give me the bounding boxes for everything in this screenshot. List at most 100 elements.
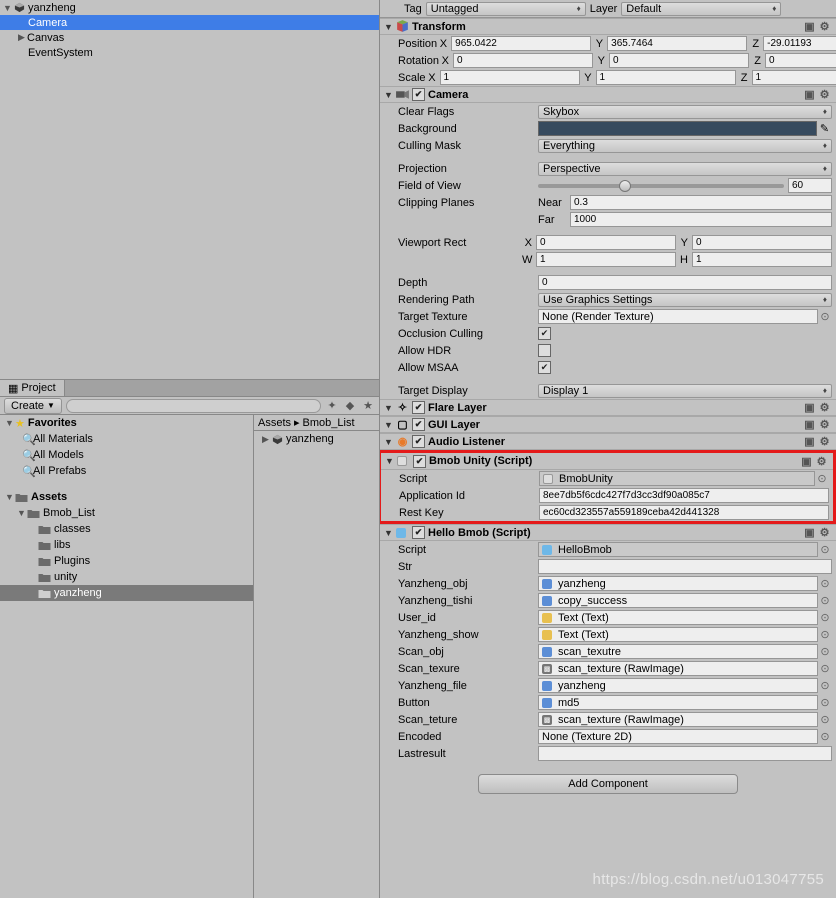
component-hello-header[interactable]: ▼ Hello Bmob (Script) ▣ ⚙ [380,524,836,541]
object-picker-icon[interactable]: ⊙ [818,594,832,607]
flare-enabled-checkbox[interactable] [412,401,425,414]
depth-input[interactable] [538,275,832,290]
hello-enabled-checkbox[interactable] [412,526,425,539]
position-y-input[interactable] [607,36,747,51]
eyedropper-icon[interactable]: ✎ [817,122,832,135]
rotation-x-input[interactable] [453,53,593,68]
help-icon[interactable]: ▣ [799,454,814,469]
tab-project[interactable]: ▦ Project [0,380,65,396]
gear-icon[interactable]: ⚙ [817,400,832,415]
viewport-w-input[interactable] [536,252,676,267]
foldout-icon[interactable]: ▼ [2,3,13,13]
gear-icon[interactable]: ⚙ [817,434,832,449]
object-picker-icon[interactable]: ⊙ [818,543,832,556]
position-z-input[interactable] [763,36,836,51]
create-button[interactable]: Create ▼ [4,398,62,414]
assets-root[interactable]: ▼ Assets [0,489,253,505]
gear-icon[interactable]: ⚙ [817,525,832,540]
object-picker-icon[interactable]: ⊙ [818,713,832,726]
foldout-icon[interactable]: ▼ [384,420,395,430]
object-picker-icon[interactable]: ⊙ [818,662,832,675]
object-picker-icon[interactable]: ⊙ [815,472,829,485]
scan-teture-field[interactable]: ▩scan_texture (RawImage) [538,712,818,727]
far-clip-input[interactable] [570,212,832,227]
audio-enabled-checkbox[interactable] [412,435,425,448]
folder-bmob-list[interactable]: ▼ Bmob_List [0,505,253,521]
object-picker-icon[interactable]: ⊙ [818,628,832,641]
object-picker-icon[interactable]: ⊙ [818,645,832,658]
folder-libs[interactable]: libs [0,537,253,553]
component-camera-header[interactable]: ▼ Camera ▣ ⚙ [380,86,836,103]
folder-classes[interactable]: classes [0,521,253,537]
rest-key-input[interactable] [539,505,829,520]
rotation-y-input[interactable] [609,53,749,68]
folder-unity[interactable]: unity [0,569,253,585]
scene-root[interactable]: ▼ yanzheng [0,0,379,15]
button-field[interactable]: md5 [538,695,818,710]
object-picker-icon[interactable]: ⊙ [818,730,832,743]
hdr-checkbox[interactable] [538,344,551,357]
object-picker-icon[interactable]: ⊙ [818,696,832,709]
foldout-icon[interactable]: ▼ [384,528,395,538]
fav-all-models[interactable]: 🔍All Models [0,447,253,463]
favorites-header[interactable]: ▼★ Favorites [0,415,253,431]
hierarchy-item-canvas[interactable]: ▶ Canvas [0,30,379,45]
component-gui-header[interactable]: ▼ ▢ GUI Layer ▣ ⚙ [380,416,836,433]
position-x-input[interactable] [451,36,591,51]
label-filter-icon[interactable]: ◆ [343,399,357,413]
fav-all-materials[interactable]: 🔍All Materials [0,431,253,447]
component-bmob-header[interactable]: ▼ Bmob Unity (Script) ▣ ⚙ [381,453,833,470]
yanzheng-file-field[interactable]: yanzheng [538,678,818,693]
hierarchy-item-eventsystem[interactable]: EventSystem [0,45,379,60]
occlusion-checkbox[interactable] [538,327,551,340]
save-filter-icon[interactable]: ★ [361,399,375,413]
rotation-z-input[interactable] [765,53,836,68]
help-icon[interactable]: ▣ [802,400,817,415]
help-icon[interactable]: ▣ [802,434,817,449]
filter-icon[interactable]: ✦ [325,399,339,413]
gear-icon[interactable]: ⚙ [817,19,832,34]
viewport-h-input[interactable] [692,252,832,267]
layer-dropdown[interactable]: Default♦ [621,2,781,16]
encoded-field[interactable]: None (Texture 2D) [538,729,818,744]
component-audio-header[interactable]: ▼ ◉ Audio Listener ▣ ⚙ [380,433,836,450]
yanzheng-tishi-field[interactable]: copy_success [538,593,818,608]
foldout-icon[interactable]: ▼ [384,437,395,447]
add-component-button[interactable]: Add Component [478,774,738,794]
yanzheng-obj-field[interactable]: yanzheng [538,576,818,591]
lastresult-input[interactable] [538,746,832,761]
near-clip-input[interactable] [570,195,832,210]
scale-x-input[interactable] [440,70,580,85]
camera-enabled-checkbox[interactable] [412,88,425,101]
fov-input[interactable] [788,178,832,193]
folder-yanzheng[interactable]: yanzheng [0,585,253,601]
user-id-field[interactable]: Text (Text) [538,610,818,625]
scale-y-input[interactable] [596,70,736,85]
object-picker-icon[interactable]: ⊙ [818,679,832,692]
help-icon[interactable]: ▣ [802,19,817,34]
culling-mask-dropdown[interactable]: Everything♦ [538,139,832,153]
gear-icon[interactable]: ⚙ [814,454,829,469]
scale-z-input[interactable] [752,70,836,85]
folder-plugins[interactable]: Plugins [0,553,253,569]
hierarchy-item-camera[interactable]: Camera [0,15,379,30]
target-texture-field[interactable]: None (Render Texture) [538,309,818,324]
help-icon[interactable]: ▣ [802,525,817,540]
projection-dropdown[interactable]: Perspective♦ [538,162,832,176]
clear-flags-dropdown[interactable]: Skybox♦ [538,105,832,119]
gui-enabled-checkbox[interactable] [412,418,425,431]
foldout-icon[interactable]: ▼ [384,403,395,413]
scan-texure-field[interactable]: ▩scan_texture (RawImage) [538,661,818,676]
str-input[interactable] [538,559,832,574]
help-icon[interactable]: ▣ [802,87,817,102]
application-id-input[interactable] [539,488,829,503]
fav-all-prefabs[interactable]: 🔍All Prefabs [0,463,253,479]
yanzheng-show-field[interactable]: Text (Text) [538,627,818,642]
asset-yanzheng[interactable]: ▶ yanzheng [254,431,379,447]
object-picker-icon[interactable]: ⊙ [818,310,832,323]
scan-obj-field[interactable]: scan_texutre [538,644,818,659]
foldout-icon[interactable]: ▶ [16,32,27,43]
object-picker-icon[interactable]: ⊙ [818,611,832,624]
target-display-dropdown[interactable]: Display 1♦ [538,384,832,398]
gear-icon[interactable]: ⚙ [817,417,832,432]
